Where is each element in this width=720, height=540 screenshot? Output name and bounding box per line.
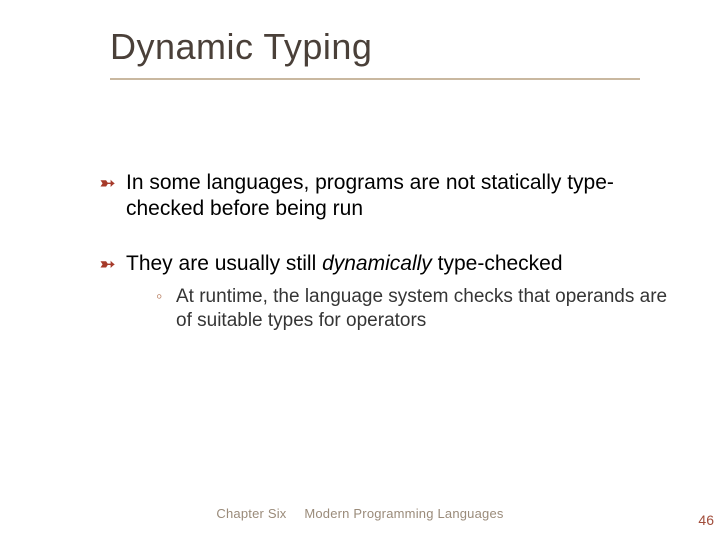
- bullet-text-prefix: They are usually still: [126, 252, 322, 275]
- bullet-item: ➳ In some languages, programs are not st…: [100, 170, 670, 223]
- slide-body: ➳ In some languages, programs are not st…: [100, 170, 670, 360]
- sub-bullet-text: At runtime, the language system checks t…: [176, 286, 667, 331]
- sub-bullet-item: ◦ At runtime, the language system checks…: [126, 285, 670, 333]
- slide: Dynamic Typing ➳ In some languages, prog…: [0, 0, 720, 540]
- bullet-icon: ➳: [100, 172, 115, 195]
- bullet-text-em: dynamically: [322, 252, 432, 275]
- bullet-item: ➳ They are usually still dynamically typ…: [100, 251, 670, 333]
- footer-book: Modern Programming Languages: [304, 506, 503, 521]
- title-block: Dynamic Typing: [110, 26, 680, 80]
- footer-center: Chapter Six Modern Programming Languages: [0, 506, 720, 521]
- slide-title: Dynamic Typing: [110, 26, 680, 68]
- title-underline: [110, 78, 640, 80]
- bullet-icon: ➳: [100, 253, 115, 276]
- bullet-text-suffix: type-checked: [432, 252, 563, 275]
- sub-bullet-icon: ◦: [156, 285, 162, 308]
- bullet-text: In some languages, programs are not stat…: [126, 171, 614, 220]
- footer-chapter: Chapter Six: [216, 506, 286, 521]
- footer-page-number: 46: [698, 512, 714, 528]
- slide-footer: Chapter Six Modern Programming Languages…: [0, 506, 720, 528]
